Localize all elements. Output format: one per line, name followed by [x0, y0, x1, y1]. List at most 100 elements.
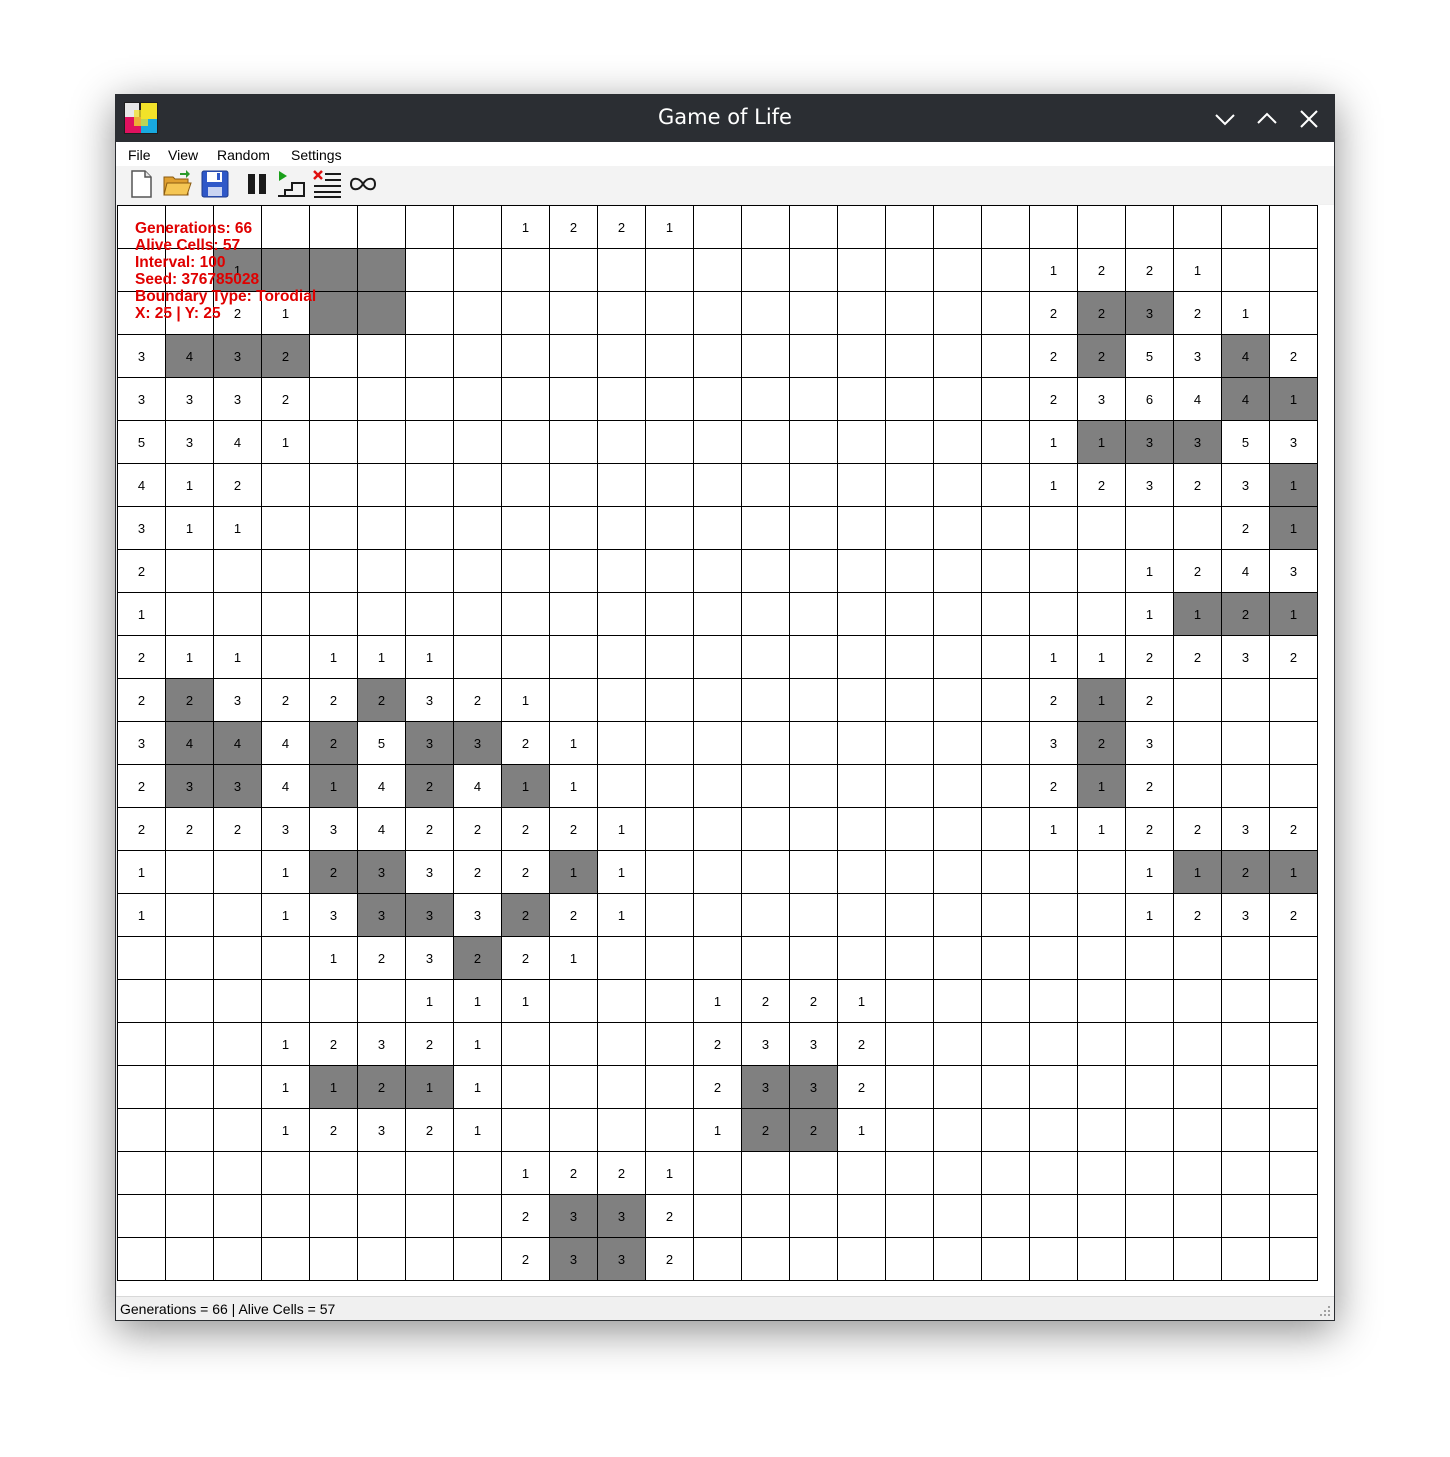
grid-cell[interactable] [454, 206, 502, 249]
grid-cell[interactable] [118, 1066, 166, 1109]
grid-cell[interactable] [742, 292, 790, 335]
grid-cell[interactable] [934, 722, 982, 765]
grid-cell[interactable] [550, 464, 598, 507]
grid-cell[interactable] [1270, 1066, 1318, 1109]
grid-cell[interactable] [886, 507, 934, 550]
grid-cell[interactable] [166, 937, 214, 980]
grid-cell[interactable] [406, 1195, 454, 1238]
grid-cell[interactable]: 3 [310, 808, 358, 851]
grid-cell[interactable] [454, 378, 502, 421]
grid-cell[interactable] [358, 335, 406, 378]
grid-cell[interactable] [646, 292, 694, 335]
grid-cell[interactable]: 2 [454, 808, 502, 851]
grid-cell[interactable] [790, 937, 838, 980]
grid-cell[interactable] [118, 1195, 166, 1238]
grid-cell[interactable] [1030, 937, 1078, 980]
grid-cell-alive[interactable]: 1 [1270, 507, 1318, 550]
grid-cell[interactable] [886, 1195, 934, 1238]
grid-cell[interactable] [550, 679, 598, 722]
grid-cell[interactable]: 1 [646, 206, 694, 249]
grid-cell[interactable] [646, 1109, 694, 1152]
grid-cell[interactable] [838, 1195, 886, 1238]
grid-cell[interactable] [214, 851, 262, 894]
grid-cell[interactable]: 6 [1126, 378, 1174, 421]
grid-cell[interactable] [694, 1195, 742, 1238]
grid-cell[interactable] [1174, 1109, 1222, 1152]
grid-cell[interactable] [646, 421, 694, 464]
grid-cell-alive[interactable]: 3 [742, 1066, 790, 1109]
grid-cell[interactable]: 3 [1270, 421, 1318, 464]
grid-cell[interactable]: 2 [118, 765, 166, 808]
grid-cell[interactable] [742, 1238, 790, 1281]
grid-cell[interactable] [262, 464, 310, 507]
grid-cell[interactable]: 2 [118, 636, 166, 679]
grid-cell[interactable] [934, 937, 982, 980]
grid-cell[interactable] [790, 421, 838, 464]
grid-cell[interactable] [646, 765, 694, 808]
grid-cell[interactable] [694, 550, 742, 593]
grid-cell[interactable] [406, 335, 454, 378]
grid-cell[interactable] [166, 206, 214, 249]
grid-cell[interactable] [790, 593, 838, 636]
grid-cell[interactable]: 1 [454, 1023, 502, 1066]
grid-cell[interactable] [742, 765, 790, 808]
grid-cell[interactable] [502, 593, 550, 636]
grid-cell[interactable] [934, 335, 982, 378]
grid-cell[interactable] [502, 1066, 550, 1109]
grid-cell[interactable]: 1 [1078, 808, 1126, 851]
grid-cell[interactable] [838, 378, 886, 421]
grid-cell[interactable]: 2 [1078, 249, 1126, 292]
grid-cell[interactable] [310, 593, 358, 636]
grid-cell[interactable] [982, 1152, 1030, 1195]
grid-cell[interactable] [502, 507, 550, 550]
grid-cell-alive[interactable]: 4 [1222, 335, 1270, 378]
grid-cell[interactable] [934, 206, 982, 249]
grid-cell[interactable] [406, 378, 454, 421]
grid-cell[interactable] [886, 206, 934, 249]
grid-cell[interactable] [742, 507, 790, 550]
grid-cell[interactable]: 1 [1030, 636, 1078, 679]
grid-cell[interactable] [550, 1066, 598, 1109]
maximize-icon[interactable] [1254, 106, 1280, 132]
grid-cell[interactable]: 1 [1078, 636, 1126, 679]
grid-cell[interactable] [406, 507, 454, 550]
grid-cell[interactable] [646, 851, 694, 894]
grid-cell[interactable] [646, 636, 694, 679]
grid-cell[interactable]: 2 [838, 1023, 886, 1066]
open-folder-icon[interactable] [162, 169, 192, 199]
grid-cell-alive[interactable]: 1 [310, 765, 358, 808]
grid-cell[interactable]: 2 [1222, 507, 1270, 550]
grid-cell-alive[interactable]: 3 [1126, 292, 1174, 335]
grid-cell[interactable] [1270, 1238, 1318, 1281]
resize-grip-icon[interactable] [1320, 1306, 1331, 1317]
grid-cell-alive[interactable]: 3 [214, 335, 262, 378]
grid-cell[interactable] [1174, 679, 1222, 722]
grid-cell[interactable] [1270, 292, 1318, 335]
save-icon[interactable] [200, 169, 230, 199]
grid-cell[interactable]: 2 [502, 937, 550, 980]
grid-cell[interactable] [934, 851, 982, 894]
grid-cell[interactable] [598, 507, 646, 550]
grid-cell[interactable]: 1 [454, 1109, 502, 1152]
grid-cell[interactable] [886, 980, 934, 1023]
grid-cell[interactable] [934, 1023, 982, 1066]
grid-cell[interactable] [166, 1195, 214, 1238]
grid-cell[interactable] [742, 937, 790, 980]
grid-cell[interactable] [118, 937, 166, 980]
grid-cell[interactable] [982, 249, 1030, 292]
grid-cell-alive[interactable]: 2 [742, 1109, 790, 1152]
grid-cell[interactable] [886, 937, 934, 980]
grid-cell-alive[interactable]: 3 [598, 1238, 646, 1281]
grid-cell-alive[interactable] [310, 249, 358, 292]
grid-cell[interactable] [886, 464, 934, 507]
grid-cell[interactable] [598, 1109, 646, 1152]
grid-cell[interactable] [550, 636, 598, 679]
grid-cell[interactable] [358, 421, 406, 464]
grid-cell[interactable] [454, 636, 502, 679]
grid-cell[interactable] [214, 937, 262, 980]
grid-cell[interactable]: 1 [262, 1109, 310, 1152]
grid-cell[interactable]: 3 [118, 722, 166, 765]
grid-cell[interactable] [310, 421, 358, 464]
grid-cell[interactable] [1030, 894, 1078, 937]
grid-cell[interactable] [358, 550, 406, 593]
